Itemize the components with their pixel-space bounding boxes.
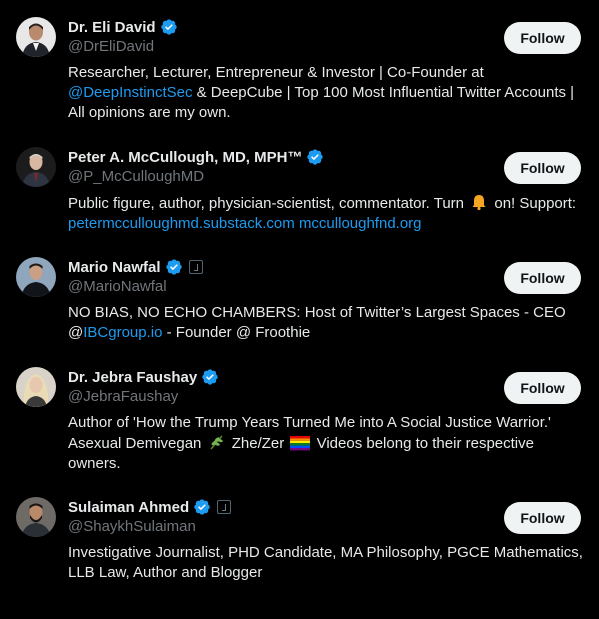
bio-link[interactable]: IBCgroup.io xyxy=(83,324,162,341)
user-handle: @MarioNawfal xyxy=(68,278,167,295)
user-name[interactable]: Dr. Jebra Faushay xyxy=(68,369,197,386)
bio-text: - Founder @ Froothie xyxy=(162,324,311,341)
avatar-image xyxy=(16,17,56,57)
user-bio: Investigative Journalist, PHD Candidate,… xyxy=(68,543,588,583)
bio-text: Zhe/Zer xyxy=(227,435,289,452)
avatar[interactable] xyxy=(16,17,56,57)
user-cell[interactable]: Dr. Eli David @DrEliDavid Researcher, Le… xyxy=(0,17,599,127)
user-bio: Researcher, Lecturer, Entrepreneur & Inv… xyxy=(68,63,588,123)
affiliation-badge-icon[interactable] xyxy=(188,260,203,274)
user-handle: @DrEliDavid xyxy=(68,38,155,55)
herb-icon xyxy=(210,435,223,450)
avatar[interactable] xyxy=(16,367,56,407)
bio-text: Researcher, Lecturer, Entrepreneur & Inv… xyxy=(68,64,484,81)
follow-button[interactable]: Follow xyxy=(504,152,581,184)
user-bio: NO BIAS, NO ECHO CHAMBERS: Host of Twitt… xyxy=(68,303,588,343)
avatar-image xyxy=(16,257,56,297)
user-handle: @ShaykhSulaiman xyxy=(68,518,196,535)
user-cell[interactable]: Mario Nawfal @MarioNawfal NO BIAS, NO EC… xyxy=(0,257,599,347)
follow-button[interactable]: Follow xyxy=(504,22,581,54)
user-cell[interactable]: Sulaiman Ahmed @ShaykhSulaiman Investiga… xyxy=(0,497,599,587)
verified-badge-icon xyxy=(307,149,324,165)
avatar-image xyxy=(16,497,56,537)
affiliation-badge-icon[interactable] xyxy=(217,500,232,514)
user-handle: @JebraFaushay xyxy=(68,388,179,405)
avatar-image xyxy=(16,147,56,187)
verified-badge-icon xyxy=(160,19,177,35)
avatar[interactable] xyxy=(16,497,56,537)
user-bio: Public figure, author, physician-scienti… xyxy=(68,193,588,234)
avatar[interactable] xyxy=(16,147,56,187)
bio-text: Public figure, author, physician-scienti… xyxy=(68,195,469,212)
bell-icon xyxy=(472,195,486,211)
avatar-image xyxy=(16,367,56,407)
user-cell[interactable]: Dr. Jebra Faushay @JebraFaushay Author o… xyxy=(0,367,599,477)
user-cell[interactable]: Peter A. McCullough, MD, MPH™ @P_McCullo… xyxy=(0,147,599,237)
user-handle: @P_McCulloughMD xyxy=(68,168,205,185)
user-name[interactable]: Peter A. McCullough, MD, MPH™ xyxy=(68,149,302,166)
bio-link[interactable]: mcculloughfnd.org xyxy=(299,215,422,232)
follow-button[interactable]: Follow xyxy=(504,262,581,294)
bio-text: Investigative Journalist, PHD Candidate,… xyxy=(68,544,583,581)
verified-badge-icon xyxy=(202,369,218,385)
follow-button[interactable]: Follow xyxy=(504,502,581,534)
verified-badge-icon xyxy=(165,259,182,275)
who-to-follow-list: Dr. Eli David @DrEliDavid Researcher, Le… xyxy=(0,0,599,619)
user-bio: Author of 'How the Trump Years Turned Me… xyxy=(68,413,588,474)
user-name[interactable]: Dr. Eli David xyxy=(68,19,156,36)
follow-button[interactable]: Follow xyxy=(504,372,581,404)
user-name[interactable]: Sulaiman Ahmed xyxy=(68,499,189,516)
verified-badge-icon xyxy=(194,499,210,515)
bio-mention-link[interactable]: @DeepInstinctSec xyxy=(68,84,192,101)
rainbow-flag-icon xyxy=(290,436,311,451)
avatar[interactable] xyxy=(16,257,56,297)
bio-text: on! Support: xyxy=(490,195,577,212)
bio-link[interactable]: petermcculloughmd.substack.com xyxy=(68,215,295,232)
user-name[interactable]: Mario Nawfal xyxy=(68,259,161,276)
